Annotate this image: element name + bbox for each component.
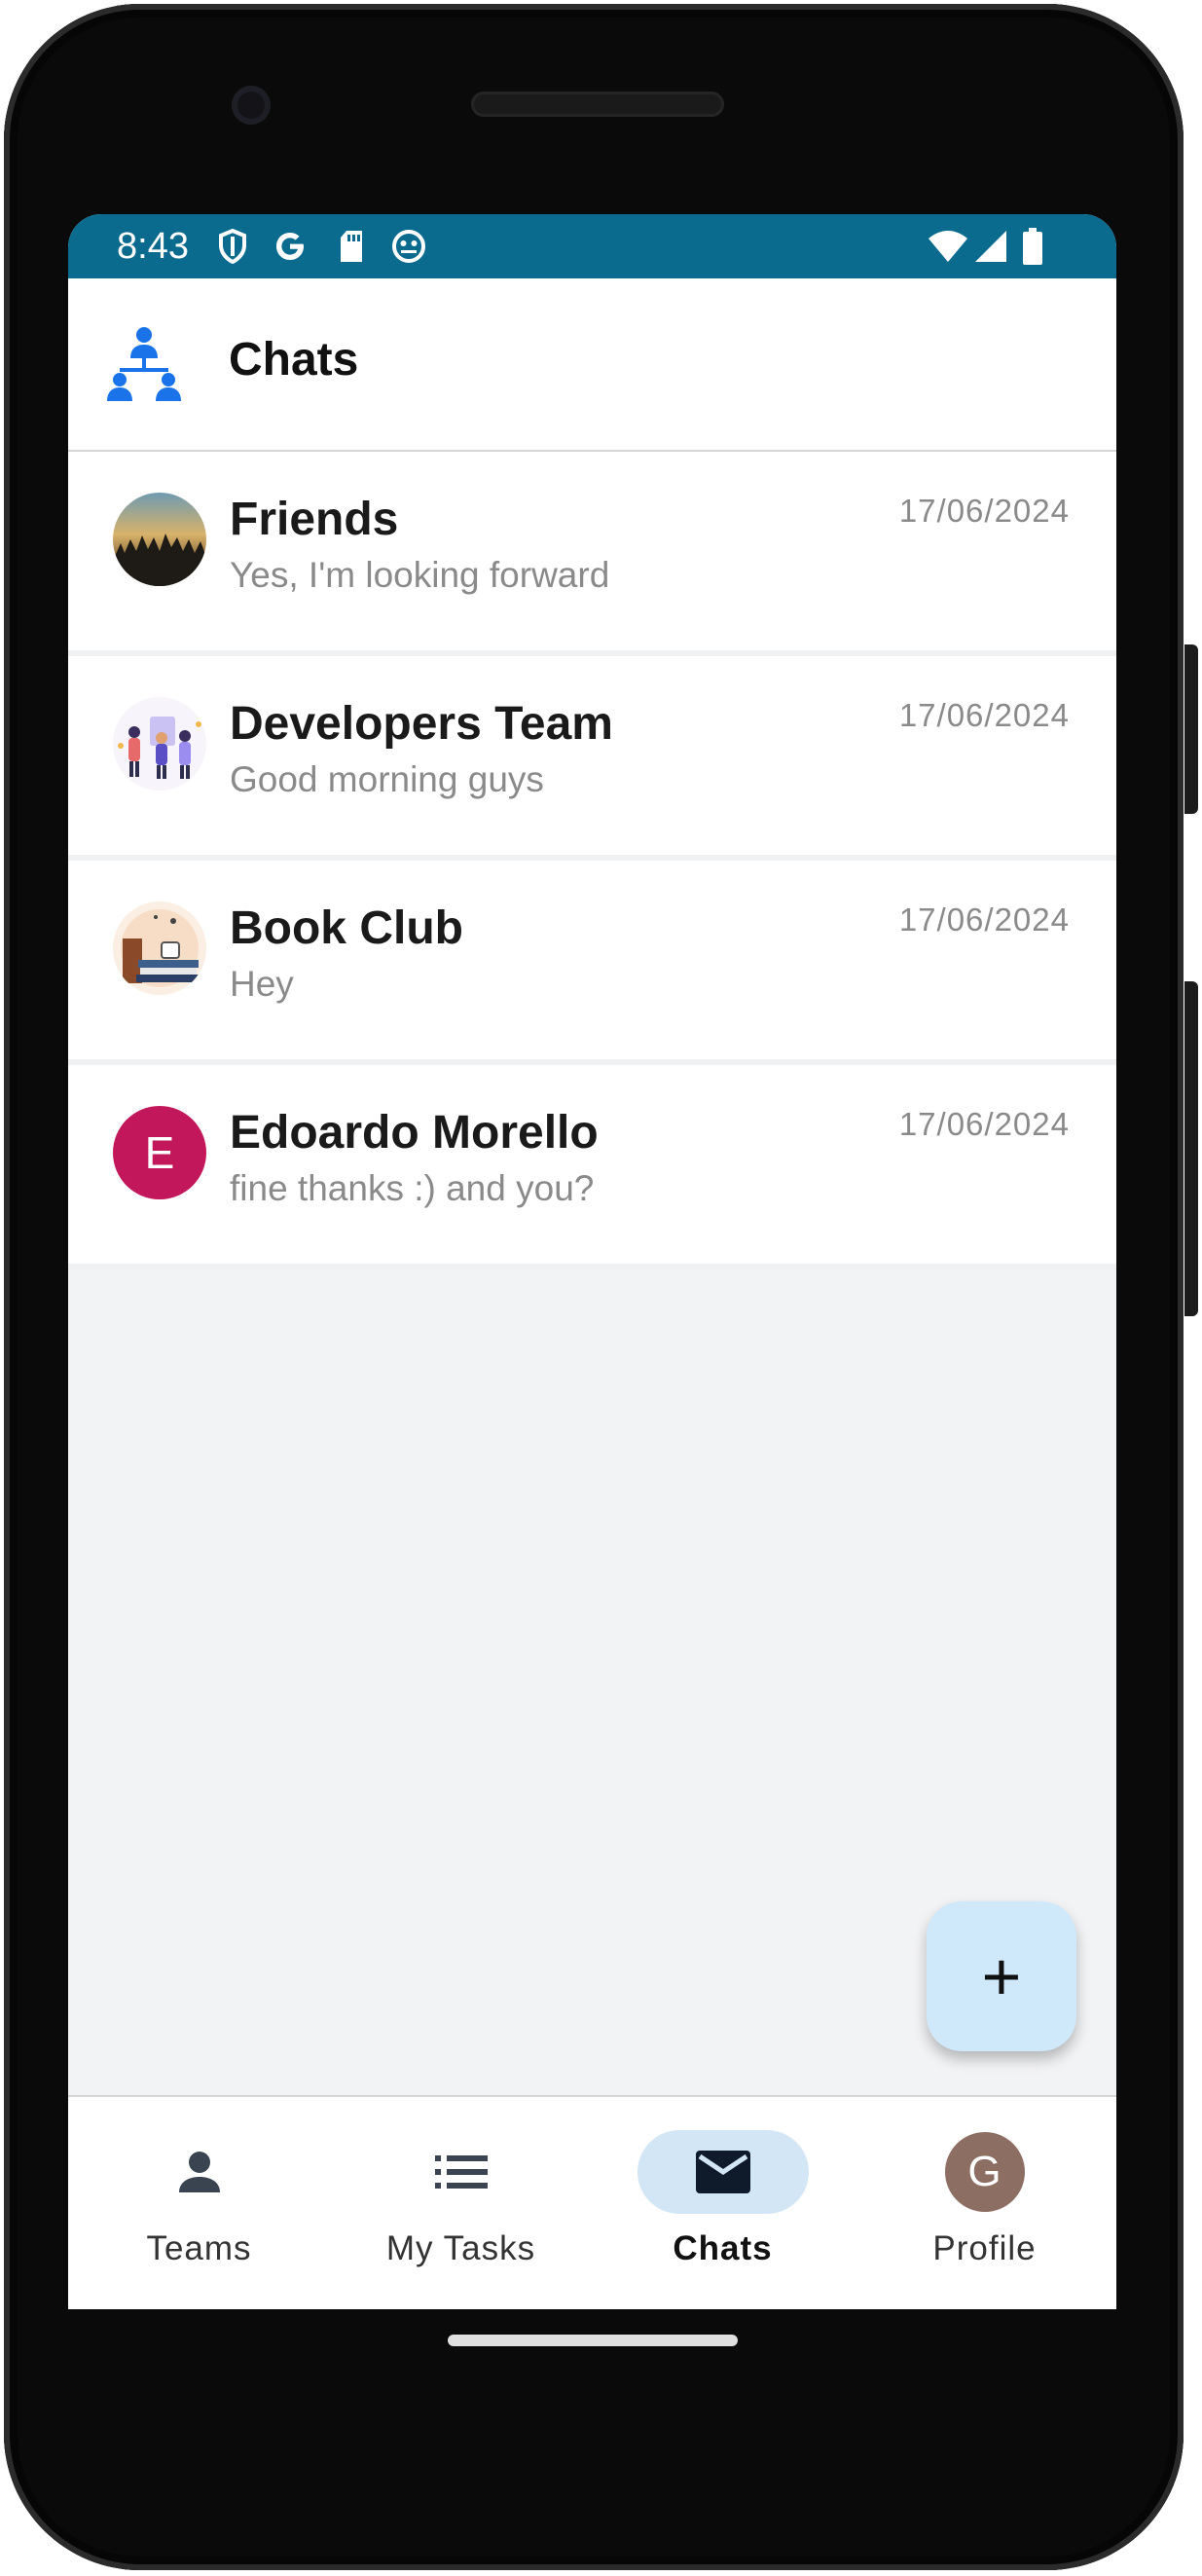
nav-item-my-tasks[interactable]: My Tasks bbox=[330, 2097, 592, 2309]
chat-name: Edoardo Morello bbox=[230, 1107, 599, 1159]
screen: 8:43 Chats Friends Yes, I'm looking forw… bbox=[68, 214, 1116, 2309]
plus-icon: + bbox=[981, 1938, 1022, 2014]
chat-last-message: Good morning guys bbox=[230, 759, 544, 799]
status-bar: 8:43 bbox=[68, 214, 1116, 278]
power-button bbox=[1184, 644, 1198, 814]
chat-date: 17/06/2024 bbox=[898, 902, 1070, 938]
group-avatar-developers bbox=[113, 697, 206, 791]
battery-icon bbox=[1020, 228, 1045, 265]
profile-avatar: G bbox=[899, 2130, 1071, 2214]
chat-date: 17/06/2024 bbox=[898, 1106, 1070, 1142]
nav-item-profile[interactable]: G Profile bbox=[854, 2097, 1115, 2309]
chat-date: 17/06/2024 bbox=[898, 697, 1070, 733]
chat-item-edoardo-morello[interactable]: E Edoardo Morello fine thanks :) and you… bbox=[68, 1065, 1116, 1270]
app-bar: Chats bbox=[68, 278, 1116, 452]
chat-name: Book Club bbox=[230, 902, 463, 954]
signal-icon bbox=[971, 228, 1010, 265]
mail-icon bbox=[637, 2130, 809, 2214]
shield-icon bbox=[216, 228, 249, 265]
page-title: Chats bbox=[229, 334, 359, 386]
debug-icon bbox=[389, 228, 428, 265]
bottom-navigation: Teams My Tasks Chats G Profile bbox=[68, 2095, 1116, 2309]
front-camera bbox=[232, 86, 271, 125]
wifi-icon bbox=[927, 228, 969, 265]
volume-button bbox=[1184, 981, 1198, 1316]
group-avatar-book-club bbox=[113, 902, 206, 995]
chat-date: 17/06/2024 bbox=[898, 493, 1070, 529]
chat-item-developers-team[interactable]: Developers Team Good morning guys 17/06/… bbox=[68, 656, 1116, 861]
chat-last-message: Hey bbox=[230, 964, 294, 1004]
chat-name: Developers Team bbox=[230, 698, 613, 750]
nav-label: Profile bbox=[932, 2229, 1037, 2267]
nav-label: Teams bbox=[146, 2229, 252, 2267]
new-chat-button[interactable]: + bbox=[927, 1901, 1076, 2051]
chat-last-message: fine thanks :) and you? bbox=[230, 1168, 595, 1208]
person-icon bbox=[114, 2130, 285, 2214]
nav-item-teams[interactable]: Teams bbox=[68, 2097, 330, 2309]
team-hierarchy-icon bbox=[105, 325, 183, 403]
chat-name: Friends bbox=[230, 494, 399, 545]
avatar: G bbox=[944, 2132, 1025, 2212]
google-icon bbox=[271, 228, 310, 265]
nav-item-chats[interactable]: Chats bbox=[592, 2097, 854, 2309]
user-avatar: E bbox=[113, 1106, 206, 1199]
status-time: 8:43 bbox=[117, 226, 189, 267]
chat-item-book-club[interactable]: Book Club Hey 17/06/2024 bbox=[68, 861, 1116, 1065]
earpiece-speaker bbox=[471, 92, 724, 117]
group-avatar-friends bbox=[113, 493, 206, 586]
nav-label: Chats bbox=[673, 2229, 773, 2267]
nav-label: My Tasks bbox=[385, 2229, 536, 2267]
chat-item-friends[interactable]: Friends Yes, I'm looking forward 17/06/2… bbox=[68, 452, 1116, 656]
list-icon bbox=[376, 2130, 547, 2214]
sd-card-icon bbox=[337, 228, 366, 265]
chat-last-message: Yes, I'm looking forward bbox=[230, 555, 610, 595]
home-indicator[interactable] bbox=[448, 2335, 738, 2346]
chat-list: Friends Yes, I'm looking forward 17/06/2… bbox=[68, 452, 1116, 1270]
phone-frame: 8:43 Chats Friends Yes, I'm looking forw… bbox=[0, 0, 1202, 2576]
